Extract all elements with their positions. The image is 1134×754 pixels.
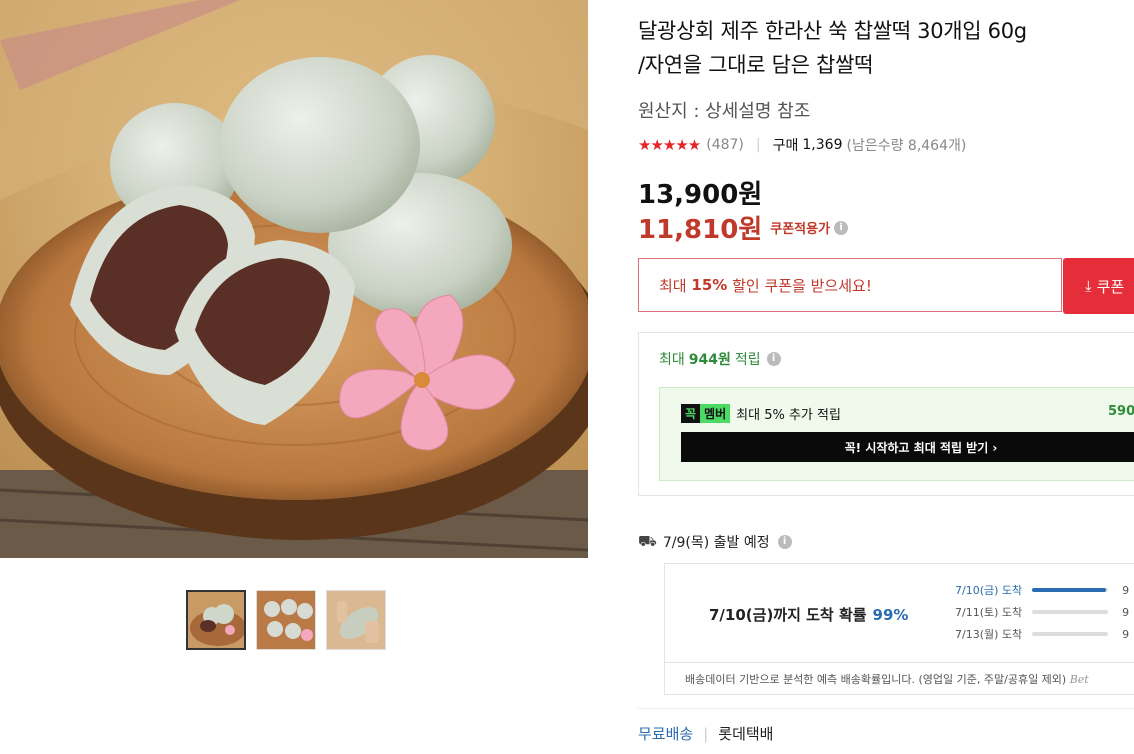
- download-arrow-icon: ⤓: [1085, 277, 1092, 295]
- thumbnail-strip: [186, 590, 386, 650]
- delivery-dist-bar: [1032, 588, 1109, 592]
- main-product-image: [0, 0, 588, 558]
- divider: [665, 662, 1134, 663]
- membership-cta-button[interactable]: 꼭! 시작하고 최대 적립 받기 ›: [681, 432, 1134, 462]
- info-circle-icon[interactable]: i: [766, 352, 781, 366]
- shipping-footer: 무료배송 | 롯데택배: [638, 723, 773, 744]
- reward-suffix: 적립: [734, 352, 761, 368]
- divider: [638, 708, 1134, 709]
- delivery-note: 배송데이터 기반으로 분석한 예측 배송확률입니다. (영업일 기준, 주말/공…: [685, 671, 1089, 687]
- thumbnail-3[interactable]: [326, 590, 386, 650]
- coupon-prefix: 최대: [659, 276, 687, 295]
- coupon-banner: 최대 15% 할인 쿠폰을 받으세요!: [638, 258, 1062, 312]
- reward-box: 최대 944원 적립 i 꼭 멤버 최대 5% 추가 적립 590 꼭! 시작하고…: [638, 332, 1134, 496]
- purchase-label: 구매: [772, 138, 799, 154]
- member-benefit-text: 최대 5% 추가 적립: [736, 408, 841, 423]
- truck-icon: ⛟: [638, 532, 657, 550]
- member-badge-k: 꼭: [681, 404, 701, 423]
- delivery-dist-fill: [1032, 588, 1106, 592]
- product-title-line2: /자연을 그대로 담은 찹쌀떡: [638, 53, 874, 77]
- divider: |: [703, 724, 709, 743]
- sale-price-row: 11,810원 쿠폰적용가 i: [638, 209, 849, 246]
- product-title: 달광상회 제주 한라산 쑥 찹쌀떡 30개입 60g /자연을 그대로 담은 찹…: [638, 14, 1134, 82]
- departure-row: ⛟ 7/9(목) 출발 예정 i: [638, 532, 792, 552]
- delivery-summary: 7/10(금)까지 도착 확률 99%: [709, 604, 908, 625]
- delivery-dist-row-1: 7/10(금) 도착 9: [955, 582, 1129, 598]
- delivery-dist-label: 7/11(토) 도착: [955, 606, 1023, 619]
- delivery-dist-bar: [1032, 632, 1109, 636]
- info-circle-icon[interactable]: i: [834, 220, 849, 235]
- product-info-panel: 달광상회 제주 한라산 쑥 찹쌀떡 30개입 60g /자연을 그대로 담은 찹…: [638, 0, 1134, 754]
- member-badge-m: 멤버: [700, 404, 731, 423]
- coupon-percent: 15%: [691, 276, 728, 294]
- thumbnail-2[interactable]: [256, 590, 316, 650]
- product-title-line1: 달광상회 제주 한라산 쑥 찹쌀떡 30개입 60g: [638, 19, 1027, 43]
- reward-amount: 944원: [688, 352, 731, 368]
- purchase-count: 1,369: [802, 137, 843, 153]
- free-shipping-label: 무료배송: [638, 725, 694, 743]
- sale-price: 11,810원: [638, 215, 763, 245]
- reward-prefix: 최대: [659, 352, 685, 368]
- delivery-note-text: 배송데이터 기반으로 분석한 예측 배송확률입니다. (영업일 기준, 주말/공…: [685, 673, 1067, 686]
- delivery-dist-label: 7/13(월) 도착: [955, 628, 1023, 641]
- delivery-dist-row-2: 7/11(토) 도착 9: [955, 604, 1129, 620]
- departure-text: 7/9(목) 출발 예정: [662, 535, 770, 551]
- carrier-label: 롯데택배: [718, 725, 774, 743]
- membership-box: 꼭 멤버 최대 5% 추가 적립 590 꼭! 시작하고 최대 적립 받기 ›: [659, 387, 1134, 481]
- reward-header: 최대 944원 적립 i: [659, 349, 781, 369]
- membership-row: 꼭 멤버 최대 5% 추가 적립: [681, 404, 841, 423]
- member-badge: 꼭 멤버: [681, 404, 731, 423]
- delivery-probability-box: 7/10(금)까지 도착 확률 99% 7/10(금) 도착 9 7/11(토) …: [664, 563, 1134, 695]
- member-reward-amount: 590: [1108, 404, 1134, 419]
- delivery-dist-value: 9: [1122, 605, 1130, 619]
- rating-row: ★★★★★ (487) | 구매 1,369 (남은수량 8,464개): [638, 135, 966, 155]
- delivery-summary-text: 7/10(금)까지 도착 확률: [709, 606, 867, 624]
- delivery-dist-value: 9: [1122, 627, 1130, 641]
- delivery-summary-percent: 99%: [872, 606, 909, 624]
- divider: |: [755, 137, 761, 153]
- thumbnail-1[interactable]: [186, 590, 246, 650]
- delivery-dist-value: 9: [1122, 583, 1130, 597]
- coupon-price-label: 쿠폰적용가: [770, 222, 831, 237]
- delivery-dist-label: 7/10(금) 도착: [955, 584, 1023, 597]
- origin-text: 원산지 : 상세설명 참조: [638, 101, 811, 122]
- star-rating-icon: ★★★★★: [638, 136, 701, 154]
- review-count-link[interactable]: (487): [706, 137, 744, 153]
- original-price: 13,900원: [638, 180, 763, 210]
- delivery-dist-row-3: 7/13(월) 도착 9: [955, 626, 1129, 642]
- coupon-button-label: 쿠폰: [1096, 277, 1125, 296]
- stock-remaining: (남은수량 8,464개): [846, 138, 967, 154]
- delivery-note-logo: Bet: [1069, 673, 1089, 686]
- delivery-dist-bar: [1032, 610, 1109, 614]
- coupon-suffix: 할인 쿠폰을 받으세요!: [732, 276, 872, 295]
- info-circle-icon[interactable]: i: [777, 535, 792, 549]
- coupon-download-button[interactable]: ⤓ 쿠폰: [1063, 258, 1134, 314]
